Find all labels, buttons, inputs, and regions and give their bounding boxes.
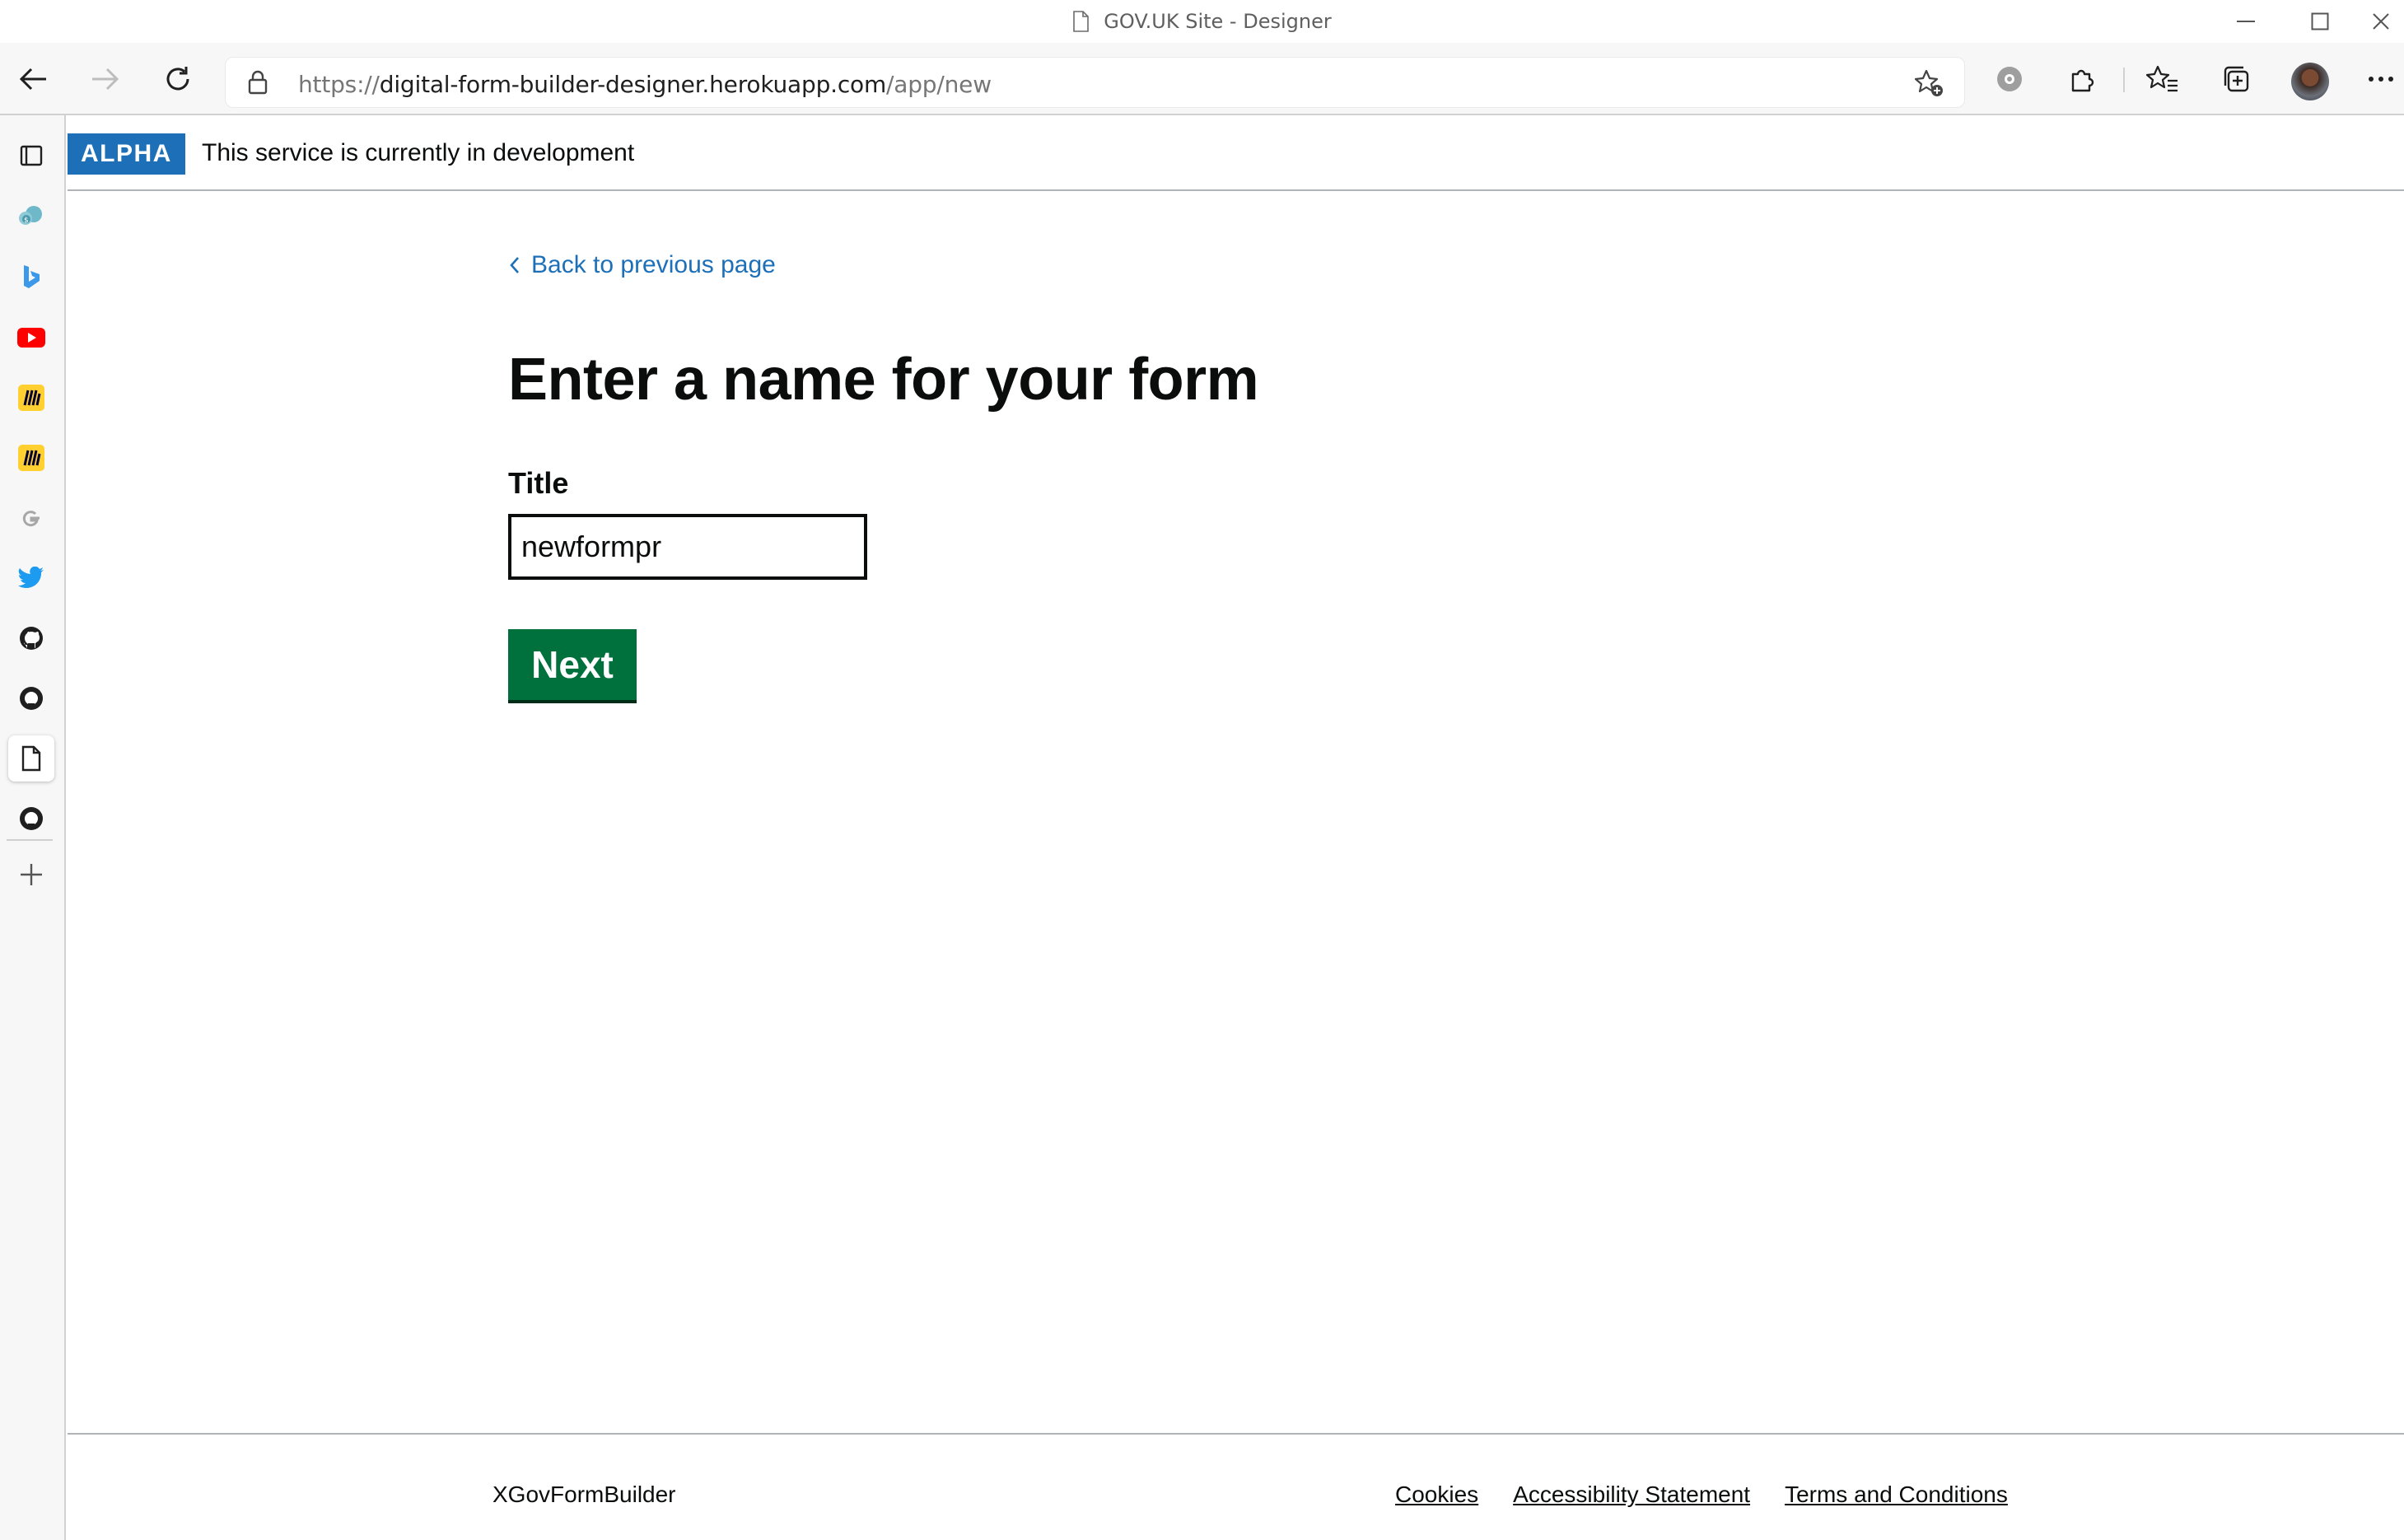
window-titlebar: GOV.UK Site - Designer: [0, 0, 2404, 43]
google-icon: [22, 511, 40, 527]
window-title: GOV.UK Site - Designer: [1104, 10, 1332, 33]
miro-icon: [18, 445, 44, 471]
footer-link-accessibility[interactable]: Accessibility Statement: [1513, 1482, 1750, 1508]
settings-circle-icon: [1997, 67, 2022, 91]
sidebar-item-bing[interactable]: [8, 254, 54, 300]
arrow-right-icon: [92, 68, 119, 91]
puzzle-icon: [2071, 69, 2094, 92]
sidebar-item-miro[interactable]: [8, 375, 54, 421]
page-footer: XGovFormBuilder Cookies Accessibility St…: [68, 1433, 2404, 1540]
footer-link-terms[interactable]: Terms and Conditions: [1785, 1482, 2008, 1508]
add-favorite-icon[interactable]: [1913, 68, 1944, 98]
more-menu-button[interactable]: [2360, 54, 2402, 104]
toolbar-divider: [2123, 68, 2125, 92]
miro-icon: [18, 385, 44, 411]
svg-text:$: $: [24, 217, 29, 225]
bing-icon: [24, 265, 40, 288]
url-path: /app/new: [886, 71, 992, 98]
sidebar-item-github-2[interactable]: [8, 675, 54, 721]
tab-actions-icon: [20, 145, 43, 166]
youtube-icon: [17, 328, 45, 348]
document-icon: [21, 745, 41, 772]
back-link-label: Back to previous page: [531, 251, 776, 278]
chevron-left-icon: [510, 257, 519, 273]
refresh-button[interactable]: [153, 54, 203, 104]
close-window-button[interactable]: [2357, 0, 2404, 43]
url-host: digital-form-builder-designer.herokuapp.…: [379, 71, 887, 98]
title-input[interactable]: [508, 514, 867, 580]
sidebar-divider: [7, 839, 53, 841]
url-scheme: https://: [298, 71, 380, 98]
next-button[interactable]: Next: [508, 629, 637, 700]
close-icon: [2372, 13, 2389, 30]
phase-banner: ALPHA This service is currently in devel…: [68, 117, 2404, 191]
favorites-button[interactable]: [2138, 54, 2187, 104]
web-page: ALPHA This service is currently in devel…: [68, 117, 2404, 1540]
sidebar-item-cloud[interactable]: $: [8, 194, 54, 240]
tab-actions-button[interactable]: [8, 133, 54, 179]
extension-button[interactable]: [1985, 54, 2034, 104]
arrow-left-icon: [19, 68, 46, 91]
forward-button[interactable]: [81, 54, 130, 104]
twitter-icon: [18, 567, 44, 589]
sidebar-item-miro-2[interactable]: [8, 435, 54, 481]
title-label: Title: [508, 466, 569, 500]
page-title: Enter a name for your form: [508, 347, 1259, 413]
sidebar-item-youtube[interactable]: [8, 315, 54, 361]
browser-toolbar: https://digital-form-builder-designer.he…: [0, 43, 2404, 115]
more-icon: [2369, 77, 2393, 82]
github-icon: [20, 687, 43, 710]
window-title-area: GOV.UK Site - Designer: [0, 10, 2404, 33]
cloud-money-icon: $: [19, 206, 42, 225]
url-text[interactable]: https://digital-form-builder-designer.he…: [298, 71, 992, 98]
maximize-button[interactable]: [2283, 0, 2357, 43]
sidebar-add-button[interactable]: [8, 852, 54, 898]
footer-links: Cookies Accessibility Statement Terms an…: [1395, 1482, 2008, 1508]
address-bar[interactable]: https://digital-form-builder-designer.he…: [225, 57, 1965, 108]
phase-tag: ALPHA: [68, 133, 185, 175]
github-icon: [20, 807, 43, 830]
profile-avatar[interactable]: [2291, 63, 2329, 100]
github-icon: [20, 627, 43, 650]
sidebar-item-twitter[interactable]: [8, 555, 54, 601]
favorites-icon: [2146, 65, 2178, 92]
footer-link-cookies[interactable]: Cookies: [1395, 1482, 1478, 1508]
collections-icon: [2224, 66, 2249, 92]
browser-sidebar: $: [0, 115, 66, 1540]
phase-banner-text: This service is currently in development: [202, 139, 635, 166]
footer-brand: XGovFormBuilder: [492, 1482, 676, 1507]
add-icon: [21, 864, 42, 885]
refresh-icon: [166, 67, 189, 91]
back-link[interactable]: Back to previous page: [508, 251, 776, 279]
sidebar-item-document[interactable]: [8, 735, 54, 782]
back-button[interactable]: [8, 54, 58, 104]
minimize-button[interactable]: [2209, 0, 2283, 43]
sidebar-item-google[interactable]: [8, 495, 54, 541]
maximize-icon: [2311, 12, 2329, 30]
document-icon: [1073, 11, 1090, 32]
minimize-icon: [2237, 21, 2255, 22]
sidebar-item-github-3[interactable]: [8, 796, 54, 842]
sidebar-item-github[interactable]: [8, 615, 54, 661]
collections-button[interactable]: [2211, 54, 2261, 104]
extensions-button[interactable]: [2058, 54, 2108, 104]
lock-icon: [248, 70, 268, 95]
